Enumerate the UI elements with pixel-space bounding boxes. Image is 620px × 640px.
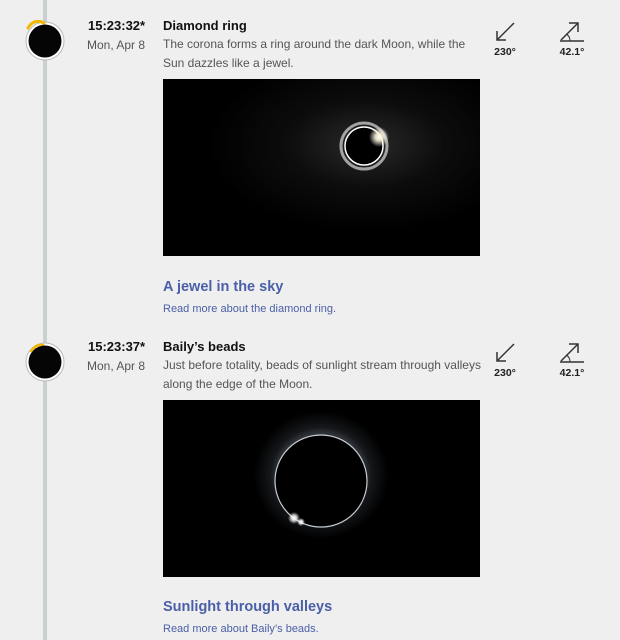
eclipse-phase-icon: [24, 20, 66, 62]
altitude-angle-icon: [560, 343, 584, 363]
card-title-link[interactable]: A jewel in the sky: [163, 279, 283, 295]
read-more-link[interactable]: Read more about the diamond ring.: [163, 303, 336, 315]
timeline-event-diamond-ring: 15:23:32* Mon, Apr 8 Diamond ring The co…: [0, 0, 620, 320]
altitude-indicator: 42.1°: [550, 341, 594, 379]
event-title: Baily’s beads: [163, 339, 246, 354]
azimuth-indicator: 230°: [483, 20, 527, 58]
read-more-link[interactable]: Read more about Baily’s beads.: [163, 623, 319, 635]
diamond-ring-photo[interactable]: [163, 79, 480, 256]
altitude-value: 42.1°: [559, 46, 585, 58]
azimuth-value: 230°: [494, 367, 516, 379]
event-date: Mon, Apr 8: [87, 359, 146, 373]
azimuth-arrow-icon: [496, 343, 515, 362]
event-date: Mon, Apr 8: [87, 38, 146, 52]
event-description: The corona forms a ring around the dark …: [163, 37, 466, 70]
azimuth-arrow-icon: [496, 22, 515, 41]
card-title-link[interactable]: Sunlight through valleys: [163, 599, 332, 615]
azimuth-value: 230°: [494, 46, 516, 58]
event-time: 15:23:32*: [88, 18, 146, 33]
altitude-indicator: 42.1°: [550, 20, 594, 58]
timeline-event-bailys-beads: 15:23:37* Mon, Apr 8 Baily’s beads Just …: [0, 321, 620, 640]
altitude-value: 42.1°: [559, 367, 585, 379]
altitude-angle-icon: [560, 22, 584, 42]
event-time: 15:23:37*: [88, 339, 146, 354]
azimuth-indicator: 230°: [483, 341, 527, 379]
event-title: Diamond ring: [163, 18, 247, 33]
eclipse-phase-icon: [24, 341, 66, 383]
bailys-beads-photo[interactable]: [163, 400, 480, 577]
event-description: Just before totality, beads of sunlight …: [163, 358, 481, 391]
